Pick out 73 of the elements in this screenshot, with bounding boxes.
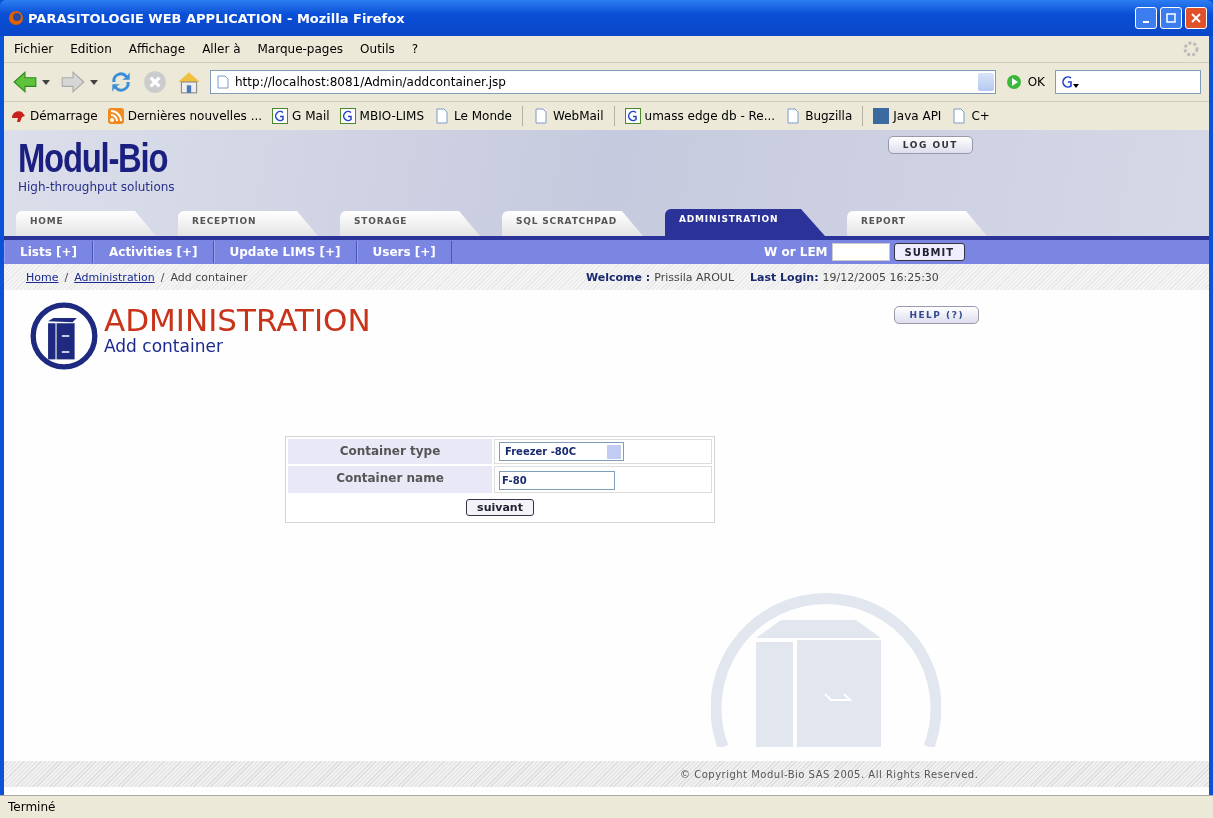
- bookmark-item[interactable]: Java API: [873, 108, 942, 124]
- field-label: Container type: [288, 439, 492, 464]
- close-icon: [1191, 13, 1201, 23]
- window-title: PARASITOLOGIE WEB APPLICATION - Mozilla Firefox: [28, 10, 406, 26]
- container-type-dropdown[interactable]: Freezer -80C: [499, 442, 624, 461]
- bookmark-item[interactable]: C+: [951, 108, 990, 124]
- last-login-label: Last Login:: [750, 270, 819, 284]
- container-name-field[interactable]: F-80: [499, 471, 615, 490]
- menu-item[interactable]: Edition: [70, 42, 112, 56]
- cabinet-icon: [30, 302, 98, 370]
- search-engine-icon[interactable]: [1060, 74, 1080, 90]
- back-arrow-icon[interactable]: [12, 69, 38, 95]
- letter-g-icon: [624, 108, 641, 124]
- square-logo-icon: [873, 108, 890, 124]
- separator-text: /: [64, 270, 69, 284]
- nav-tab[interactable]: REPORT: [846, 211, 987, 236]
- play-icon: [1005, 74, 1022, 90]
- bookmark-item[interactable]: WebMail: [533, 108, 604, 124]
- bookmark-item[interactable]: Bugzilla: [785, 108, 853, 124]
- address-field[interactable]: http://localhost:8081/Admin/addcontainer.jsp: [210, 70, 996, 94]
- nav-tab[interactable]: SQL SCRATCHPAD: [502, 211, 643, 236]
- letter-g-icon: [272, 108, 289, 124]
- page-icon: [217, 75, 229, 89]
- menu-item[interactable]: ?: [411, 42, 419, 56]
- throbber-icon: [1183, 41, 1199, 57]
- help-button[interactable]: HELP (?): [894, 306, 979, 324]
- submit-button[interactable]: SUBMIT: [893, 243, 965, 261]
- nav-tab[interactable]: RECEPTION: [178, 211, 318, 236]
- welcome-label: Welcome :: [586, 270, 651, 284]
- nav-tab[interactable]: ADMINISTRATION: [664, 209, 825, 236]
- bookmark-item[interactable]: Le Monde: [434, 108, 512, 124]
- page-subtitle: Add container: [104, 336, 224, 356]
- copyright-text: © Copyright Modul-Bio SAS 2005. All Rights Reserved.: [680, 768, 979, 780]
- lookup-field[interactable]: [831, 243, 890, 261]
- user-name: Prissila AROUL: [654, 270, 735, 284]
- logout-button[interactable]: LOG OUT: [887, 136, 973, 154]
- field-label: Container name: [288, 466, 492, 493]
- bookmark-item[interactable]: Dernières nouvelles ...: [107, 108, 263, 124]
- lookup-label: W or LEM: [764, 245, 828, 259]
- nav-tab[interactable]: HOME: [16, 211, 156, 236]
- menu-item[interactable]: Affichage: [128, 42, 186, 56]
- close-button[interactable]: [1185, 7, 1207, 29]
- logo-tagline: High-throughput solutions: [18, 180, 176, 194]
- menu-item[interactable]: Fichier: [14, 42, 54, 56]
- last-login-time: 19/12/2005 16:25:30: [822, 270, 939, 284]
- minimize-button[interactable]: [1135, 7, 1157, 29]
- separator-text: /: [160, 270, 165, 284]
- bookmark-item[interactable]: MBIO-LIMS: [339, 108, 424, 124]
- go-button[interactable]: OK: [999, 74, 1051, 90]
- rss-feed-icon: [107, 108, 124, 124]
- bookmark-item[interactable]: G Mail: [272, 108, 330, 124]
- page-icon: [951, 108, 968, 124]
- breadcrumb-link[interactable]: Home: [26, 270, 59, 284]
- maximize-icon: [1166, 13, 1176, 23]
- menu-item[interactable]: Aller à: [202, 42, 241, 56]
- search-field[interactable]: [1055, 70, 1201, 94]
- letter-g-icon: [339, 108, 356, 124]
- menu-item[interactable]: Marque-pages: [257, 42, 344, 56]
- breadcrumb-link[interactable]: Administration: [74, 270, 155, 284]
- menu-item[interactable]: Outils: [360, 42, 395, 56]
- page-icon: [434, 108, 450, 124]
- next-button[interactable]: suivant: [466, 499, 534, 516]
- page-title: ADMINISTRATION: [104, 302, 371, 338]
- maximize-button[interactable]: [1160, 7, 1182, 29]
- status-text: Terminé: [8, 800, 56, 814]
- logo-text: Modul-Bio: [18, 136, 168, 180]
- bookmark-item[interactable]: Démarrage: [10, 108, 98, 124]
- bookmark-item[interactable]: umass edge db - Re...: [624, 108, 776, 124]
- breadcrumb-current: Add container: [170, 270, 248, 284]
- nav-tab[interactable]: STORAGE: [340, 211, 480, 236]
- page-icon: [533, 108, 549, 124]
- minimize-icon: [1143, 21, 1149, 23]
- page-icon: [785, 108, 802, 124]
